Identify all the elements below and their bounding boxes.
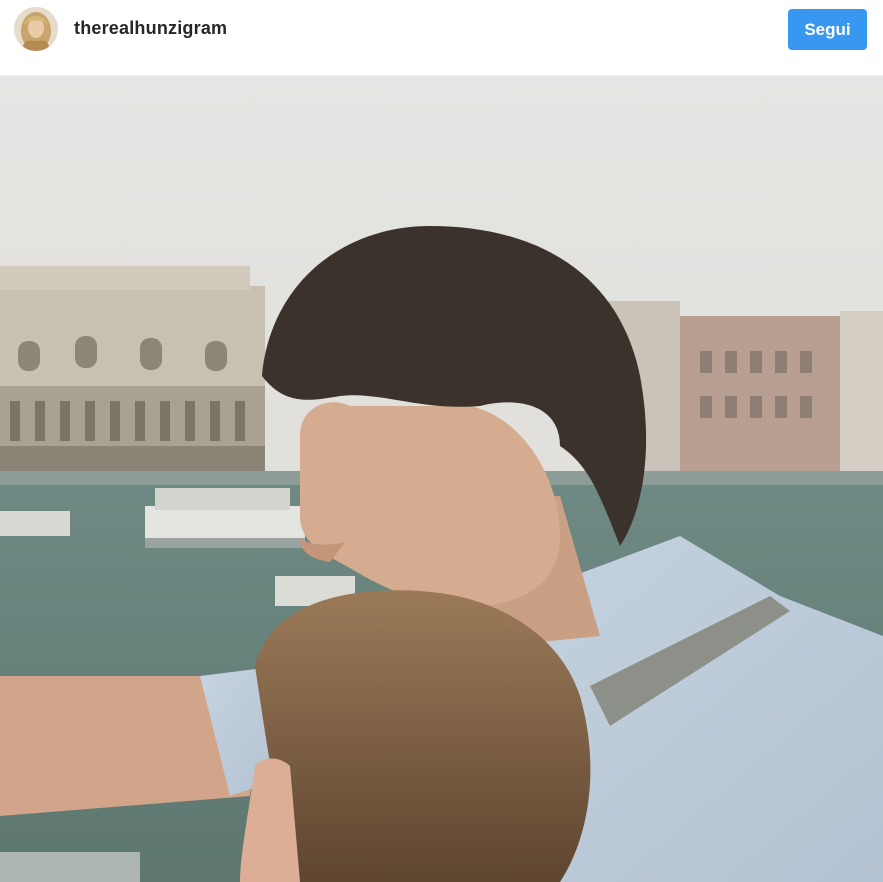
post-header: therealhunzigram Segui	[0, 0, 883, 76]
follow-button[interactable]: Segui	[788, 9, 867, 50]
profile-avatar[interactable]	[14, 7, 58, 51]
avatar-image	[14, 7, 58, 51]
instagram-post: therealhunzigram Segui	[0, 0, 883, 882]
post-photo[interactable]	[0, 76, 883, 882]
username[interactable]: therealhunzigram	[74, 18, 227, 39]
photo-image	[0, 76, 883, 882]
